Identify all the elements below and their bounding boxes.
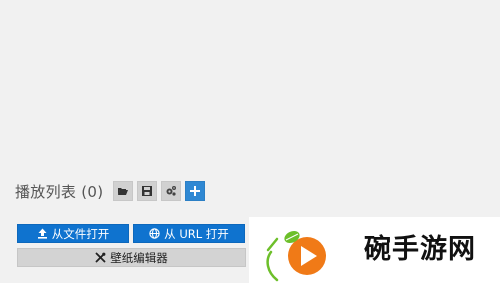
playlist-settings-button[interactable] [161, 181, 182, 201]
save-icon [142, 186, 153, 196]
add-icon [190, 186, 201, 196]
open-from-file-button[interactable]: 从文件打开 [17, 224, 129, 243]
playlist-header: 播放列表 (0) [15, 180, 206, 202]
add-to-playlist-button[interactable] [185, 181, 206, 201]
open-from-url-button[interactable]: 从 URL 打开 [133, 224, 245, 243]
app-window: 播放列表 (0) 从文件打开 从 URL 打开 壁纸编辑器 碗手游网 [0, 0, 500, 283]
site-name: 碗手游网 [364, 234, 476, 265]
globe-icon [149, 228, 160, 239]
upload-icon [37, 228, 47, 239]
site-watermark: 碗手游网 [249, 217, 500, 283]
site-logo-icon [266, 230, 326, 282]
settings-icon [166, 186, 177, 196]
save-playlist-button[interactable] [137, 181, 158, 201]
wallpaper-editor-label: 壁纸编辑器 [110, 250, 168, 265]
tools-icon [95, 252, 106, 263]
open-from-url-label: 从 URL 打开 [164, 226, 229, 241]
wallpaper-editor-button[interactable]: 壁纸编辑器 [17, 248, 246, 267]
open-playlist-button[interactable] [113, 181, 134, 201]
open-from-file-label: 从文件打开 [51, 226, 110, 241]
playlist-title: 播放列表 (0) [15, 182, 104, 201]
open-folder-icon [118, 188, 129, 195]
